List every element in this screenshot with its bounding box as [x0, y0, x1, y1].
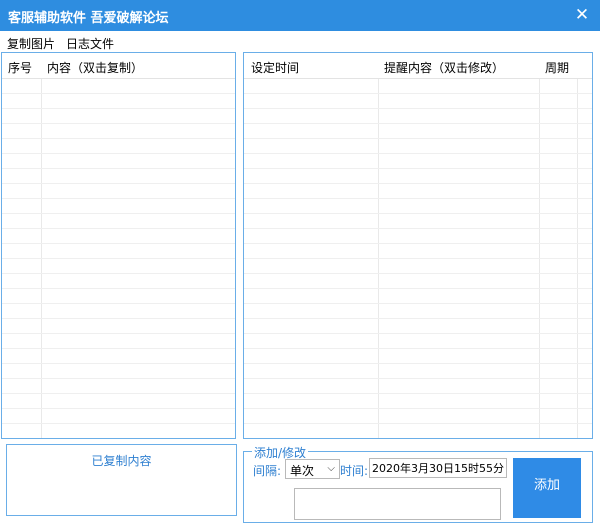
copied-content-label: 已复制内容	[91, 454, 152, 468]
table-header: 设定时间 提醒内容（双击修改） 周期	[244, 53, 592, 79]
grid-row-line	[244, 213, 592, 214]
table-header: 序号 内容（双击复制）	[2, 53, 235, 79]
grid-row-line	[2, 108, 235, 109]
copied-content-panel[interactable]: 已复制内容	[6, 444, 237, 516]
close-icon[interactable]: ✕	[572, 5, 592, 25]
column-header-cycle[interactable]: 周期	[545, 59, 569, 76]
grid-row-line	[244, 138, 592, 139]
time-picker[interactable]: 2020年3月30日15时55分	[369, 458, 507, 478]
interval-value: 单次	[290, 464, 315, 478]
menu-item-log-file[interactable]: 日志文件	[66, 35, 114, 52]
grid-row-line	[244, 93, 592, 94]
grid-row-line	[2, 348, 235, 349]
grid-row-line	[2, 258, 235, 259]
grid-row-line	[244, 258, 592, 259]
grid-row-line	[2, 123, 235, 124]
grid-row-line	[244, 228, 592, 229]
grid-row-line	[2, 408, 235, 409]
interval-label: 间隔:	[253, 464, 282, 478]
grid-row-line	[2, 378, 235, 379]
column-header-content[interactable]: 内容（双击复制）	[47, 59, 143, 76]
grid-row-line	[244, 168, 592, 169]
interval-select[interactable]: 单次 ⌵	[285, 459, 340, 479]
grid-row-line	[2, 228, 235, 229]
grid-row-line	[244, 363, 592, 364]
title-bar: 客服辅助软件 吾爱破解论坛 ✕	[0, 0, 600, 31]
grid-row-line	[2, 153, 235, 154]
grid-row-line	[2, 213, 235, 214]
grid-row-line	[2, 138, 235, 139]
reminder-table[interactable]: 设定时间 提醒内容（双击修改） 周期	[243, 52, 593, 439]
grid-row-line	[244, 348, 592, 349]
reminder-content-input[interactable]	[294, 488, 501, 520]
grid-row-line	[2, 423, 235, 424]
grid-row-line	[244, 288, 592, 289]
grid-row-line	[2, 243, 235, 244]
column-header-reminder-content[interactable]: 提醒内容（双击修改）	[384, 59, 504, 76]
grid-row-line	[2, 168, 235, 169]
window-title: 客服辅助软件 吾爱破解论坛	[8, 11, 169, 26]
grid-row-line	[2, 363, 235, 364]
chevron-down-icon: ⌵	[327, 463, 335, 474]
time-label: 时间:	[340, 464, 369, 478]
grid-row-line	[2, 333, 235, 334]
menu-item-copy-image[interactable]: 复制图片	[7, 35, 55, 52]
grid-row-line	[244, 183, 592, 184]
grid-row-line	[244, 153, 592, 154]
grid-row-line	[244, 243, 592, 244]
grid-row-line	[244, 198, 592, 199]
grid-row-line	[244, 408, 592, 409]
grid-row-line	[2, 183, 235, 184]
column-header-set-time[interactable]: 设定时间	[251, 59, 299, 76]
grid-row-line	[2, 393, 235, 394]
grid-row-line	[244, 303, 592, 304]
grid-row-line	[2, 273, 235, 274]
grid-row-line	[244, 273, 592, 274]
menu-bar: 复制图片 日志文件	[0, 31, 600, 51]
grid-row-line	[2, 303, 235, 304]
copy-list-table[interactable]: 序号 内容（双击复制）	[1, 52, 236, 439]
grid-row-line	[244, 333, 592, 334]
grid-row-line	[244, 108, 592, 109]
grid-row-line	[244, 423, 592, 424]
add-button[interactable]: 添加	[513, 458, 581, 518]
grid-row-line	[2, 93, 235, 94]
grid-row-line	[2, 288, 235, 289]
grid-row-line	[244, 318, 592, 319]
grid-row-line	[244, 393, 592, 394]
grid-row-line	[2, 198, 235, 199]
grid-row-line	[244, 378, 592, 379]
grid-row-line	[2, 318, 235, 319]
grid-row-line	[244, 123, 592, 124]
column-header-index[interactable]: 序号	[8, 59, 32, 76]
